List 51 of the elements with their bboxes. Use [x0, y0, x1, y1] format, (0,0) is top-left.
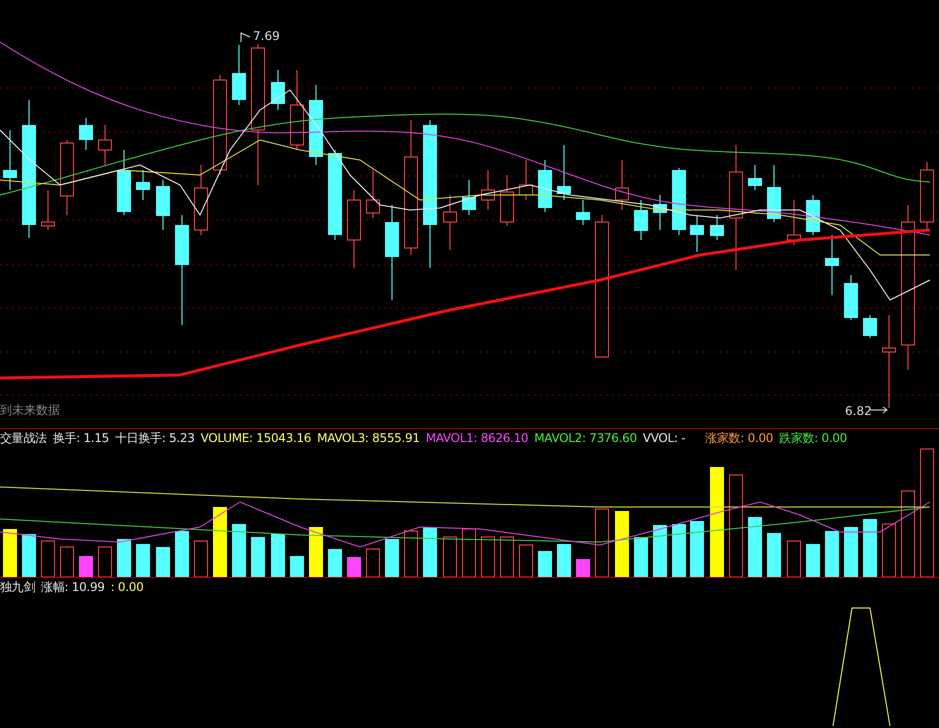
falling-candlestick [462, 180, 476, 216]
falling-candlestick [748, 164, 762, 190]
falling-candlestick [710, 214, 724, 240]
falling-candlestick [136, 170, 150, 200]
rising-candlestick [615, 160, 629, 210]
indicator-value: 十日换手: 5.23 [115, 430, 195, 446]
price-label: 7.69 [253, 29, 280, 43]
falling-candlestick [117, 150, 131, 216]
falling-candlestick [767, 164, 781, 222]
indicator-value: : 0.00 [110, 580, 144, 594]
falling-candlestick [690, 214, 704, 252]
falling-candlestick [844, 274, 858, 320]
rising-candlestick [194, 164, 208, 236]
rising-candlestick [481, 170, 495, 210]
indicator-value: 涨家数: 0.00 [705, 430, 774, 446]
rising-candlestick [41, 190, 55, 230]
indicator-value: MAVOL2: 7376.60 [534, 431, 637, 445]
price-label: 6.82 [845, 404, 872, 418]
falling-candlestick [825, 234, 839, 296]
falling-candlestick [156, 180, 170, 230]
falling-candlestick [232, 44, 246, 106]
indicator-value: 换手: 1.15 [52, 430, 109, 446]
falling-candlestick [3, 130, 17, 190]
indicator-value: VOLUME: 15043.16 [200, 431, 312, 445]
future-data-label: 到未来数据 [0, 402, 60, 419]
indicator-value: 交量战法 [0, 430, 47, 446]
rising-candlestick [443, 194, 457, 250]
indicator-value: 跌家数: 0.00 [779, 430, 848, 446]
leader-line [870, 406, 888, 414]
rising-candlestick [500, 174, 514, 226]
rising-candlestick [787, 200, 801, 246]
falling-candlestick [634, 200, 648, 240]
indicator-value: 涨幅: 10.99 [41, 578, 105, 596]
rising-candlestick [519, 160, 533, 200]
rising-candlestick [98, 124, 112, 166]
rising-candlestick [366, 170, 380, 218]
falling-candlestick [863, 314, 877, 338]
indicator-value: VVOL: - [642, 431, 686, 445]
rising-candlestick [920, 162, 934, 230]
falling-candlestick [538, 160, 552, 212]
falling-candlestick [271, 70, 285, 110]
indicator-value: MAVOL1: 8626.10 [426, 431, 528, 445]
falling-candlestick [79, 118, 93, 150]
falling-candlestick [806, 194, 820, 236]
falling-candlestick [672, 168, 686, 236]
falling-candlestick [653, 194, 667, 230]
falling-candlestick [576, 200, 590, 226]
leader-line [240, 32, 250, 42]
indicator-value: 独九剑 [0, 578, 36, 596]
falling-candlestick [557, 144, 571, 200]
indicator-value: MAVOL3: 8555.91 [317, 431, 420, 445]
